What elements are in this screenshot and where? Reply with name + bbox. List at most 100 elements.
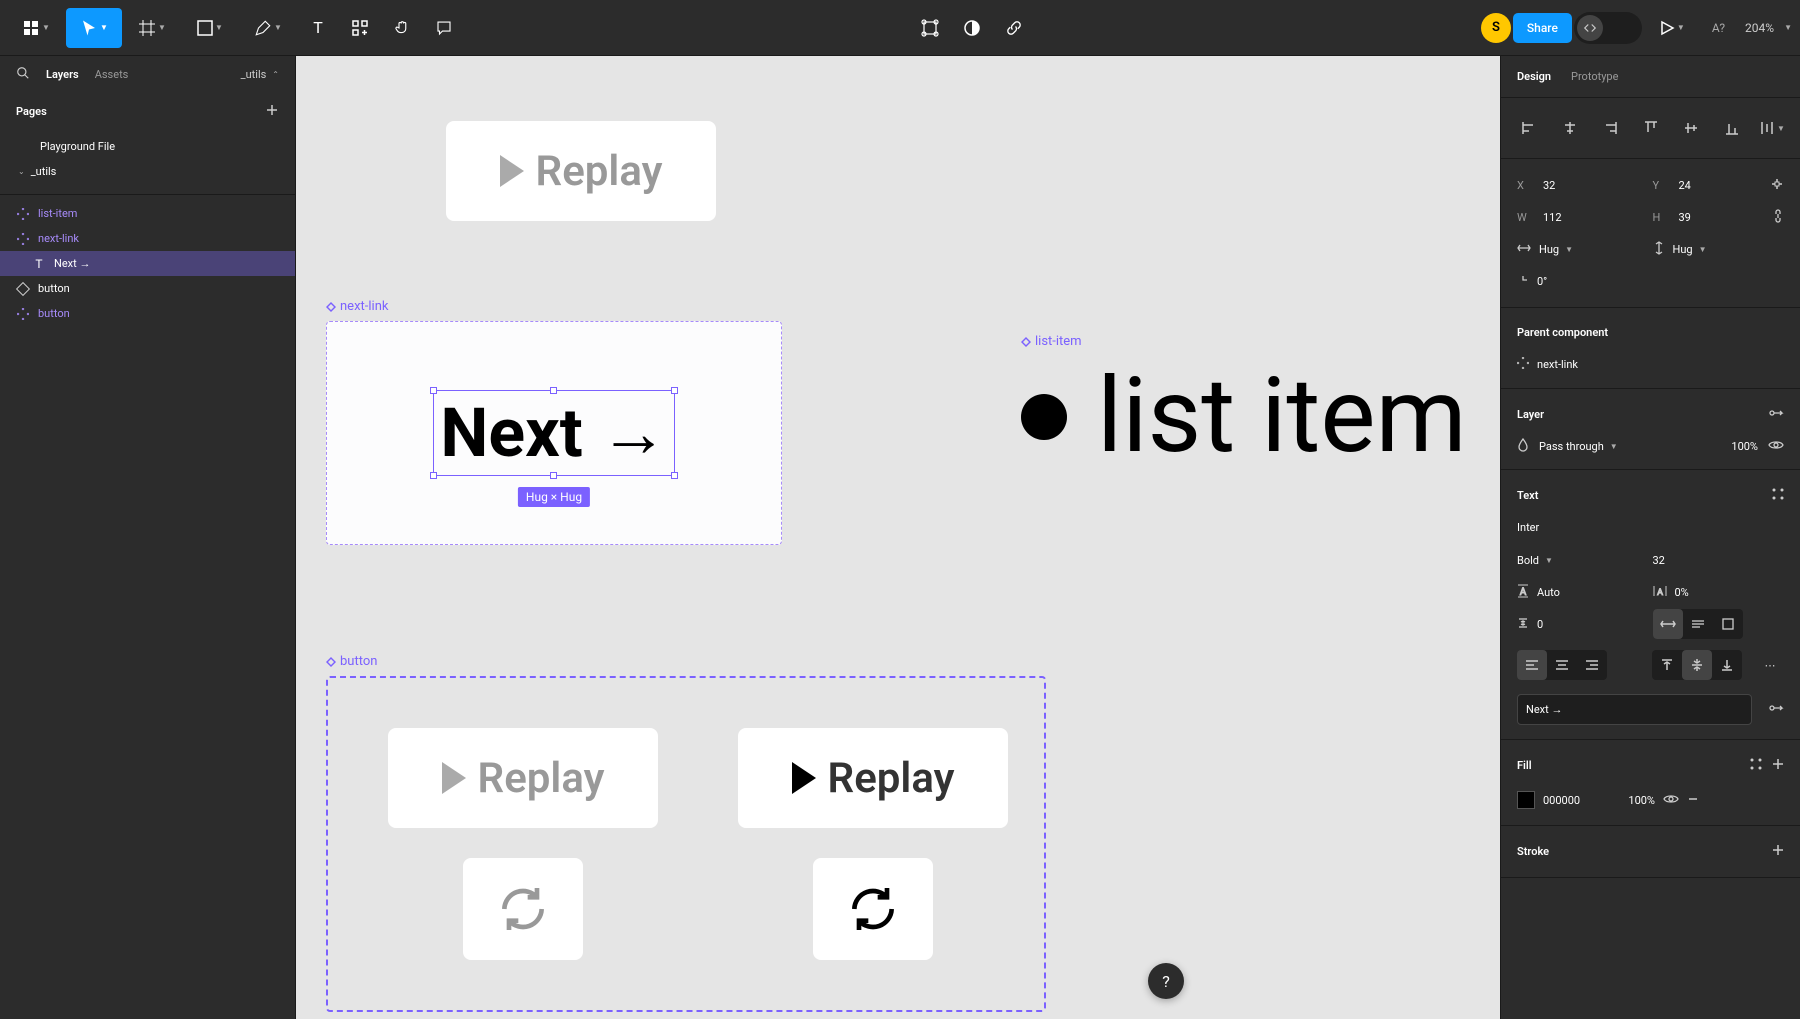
main-menu-button[interactable]: ▼ [8, 8, 64, 48]
align-hcenter-button[interactable] [1556, 114, 1584, 142]
shape-tool[interactable]: ▼ [182, 8, 238, 48]
edit-object-button[interactable] [910, 8, 950, 48]
text-content-input[interactable] [1517, 694, 1752, 725]
hand-tool[interactable] [382, 8, 422, 48]
paragraph-spacing-icon [1517, 616, 1529, 633]
line-height-input[interactable] [1537, 586, 1597, 599]
align-vcenter-button[interactable] [1677, 114, 1705, 142]
fill-visibility-toggle[interactable] [1663, 793, 1679, 808]
text-more-options-button[interactable]: ⋯ [1756, 651, 1784, 679]
fill-color-swatch[interactable] [1517, 791, 1535, 809]
text-valign-bottom-button[interactable] [1712, 650, 1742, 680]
text-valign-top-button[interactable] [1652, 650, 1682, 680]
align-left-button[interactable] [1515, 114, 1543, 142]
paragraph-spacing-input[interactable] [1537, 618, 1597, 631]
layers-tab[interactable]: Layers [46, 68, 79, 81]
layer-settings-icon[interactable] [1768, 407, 1784, 422]
layer-button-frame[interactable]: button [0, 276, 295, 301]
text-valign-middle-button[interactable] [1682, 650, 1712, 680]
align-bottom-button[interactable] [1718, 114, 1746, 142]
text-section-title: Text [1517, 489, 1538, 502]
devmode-toggle[interactable] [1574, 12, 1642, 44]
text-align-left-button[interactable] [1517, 650, 1547, 680]
blend-mode-dropdown[interactable]: Pass through▼ [1539, 440, 1618, 453]
letter-spacing-input[interactable] [1675, 586, 1735, 599]
text-tool[interactable]: T [298, 8, 338, 48]
search-icon[interactable] [16, 66, 30, 83]
dark-mode-toggle[interactable] [952, 8, 992, 48]
font-family-input[interactable] [1517, 521, 1784, 534]
add-page-button[interactable] [265, 103, 279, 120]
canvas[interactable]: Replay next-link Next → Hug × Hug [296, 56, 1500, 1019]
move-tool[interactable]: ▼ [66, 8, 122, 48]
replay-variant-2[interactable]: Replay [738, 728, 1008, 828]
add-stroke-button[interactable] [1772, 844, 1784, 859]
canvas-button-frame[interactable]: button Replay Replay [326, 676, 1046, 1012]
pen-tool[interactable]: ▼ [240, 8, 296, 48]
prototype-tab[interactable]: Prototype [1571, 70, 1618, 83]
canvas-list-item-component[interactable]: list-item list item [1021, 356, 1467, 477]
canvas-label-button[interactable]: button [326, 654, 377, 669]
text-align-right-button[interactable] [1577, 650, 1607, 680]
canvas-label-next-link[interactable]: next-link [326, 299, 388, 314]
user-avatar[interactable]: S [1481, 13, 1511, 43]
layer-next-text[interactable]: T Next → [0, 251, 295, 276]
refresh-variant-2[interactable] [813, 858, 933, 960]
add-fill-button[interactable] [1772, 758, 1784, 773]
auto-width-button[interactable] [1653, 609, 1683, 639]
layer-button-component[interactable]: button [0, 301, 295, 326]
resources-tool[interactable] [340, 8, 380, 48]
x-input[interactable] [1543, 179, 1603, 192]
page-utils[interactable]: ⌄ _utils [0, 159, 295, 184]
remove-fill-button[interactable] [1687, 793, 1699, 808]
page-playground-file[interactable]: Playground File [0, 134, 295, 159]
canvas-label-list-item[interactable]: list-item [1021, 334, 1082, 349]
fill-style-button[interactable] [1750, 758, 1762, 773]
frame-tool[interactable]: ▼ [124, 8, 180, 48]
replay-variant-1[interactable]: Replay [388, 728, 658, 828]
design-tab[interactable]: Design [1517, 70, 1551, 83]
page-selector-dropdown[interactable]: _utils⌃ [241, 68, 279, 81]
layer-next-link[interactable]: next-link [0, 226, 295, 251]
font-weight-dropdown[interactable]: Bold▼ [1517, 554, 1553, 567]
apply-variable-icon[interactable] [1768, 702, 1800, 717]
a-question-indicator[interactable]: A? [1702, 21, 1735, 35]
present-button[interactable]: ▼ [1644, 8, 1700, 48]
layer-list-item[interactable]: list-item [0, 201, 295, 226]
component-icon [326, 657, 336, 667]
font-size-input[interactable] [1653, 554, 1713, 567]
selected-text-node[interactable]: Next → Hug × Hug [433, 390, 674, 476]
canvas-replay-card-top[interactable]: Replay [446, 121, 716, 221]
rotation-icon [1517, 274, 1529, 289]
parent-component-link[interactable]: next-link [1501, 349, 1800, 380]
align-top-button[interactable] [1637, 114, 1665, 142]
fill-hex-input[interactable] [1543, 794, 1603, 807]
align-right-button[interactable] [1596, 114, 1624, 142]
absolute-position-button[interactable] [1770, 177, 1784, 194]
assets-tab[interactable]: Assets [95, 68, 129, 81]
y-input[interactable] [1679, 179, 1739, 192]
w-input[interactable] [1543, 211, 1603, 224]
layer-opacity-input[interactable] [1714, 440, 1758, 453]
share-button[interactable]: Share [1513, 13, 1572, 43]
canvas-next-link-component[interactable]: next-link Next → Hug × Hug [326, 321, 782, 545]
link-button[interactable] [994, 8, 1034, 48]
constrain-proportions-button[interactable] [1772, 208, 1784, 227]
auto-height-button[interactable] [1683, 609, 1713, 639]
fill-opacity-input[interactable] [1611, 794, 1655, 807]
refresh-variant-1[interactable] [463, 858, 583, 960]
help-button[interactable]: ? [1148, 963, 1184, 999]
vsize-dropdown[interactable]: Hug▼ [1673, 243, 1707, 256]
visibility-toggle[interactable] [1768, 439, 1784, 454]
h-input[interactable] [1679, 211, 1739, 224]
text-align-center-button[interactable] [1547, 650, 1577, 680]
comment-tool[interactable] [424, 8, 464, 48]
distribute-button[interactable]: ▼ [1758, 114, 1786, 142]
x-label: X [1517, 179, 1535, 192]
hsize-dropdown[interactable]: Hug▼ [1539, 243, 1573, 256]
fixed-size-button[interactable] [1713, 609, 1743, 639]
rotation-input[interactable] [1537, 275, 1597, 288]
fill-section-title: Fill [1517, 759, 1532, 772]
zoom-dropdown[interactable]: 204%▼ [1737, 21, 1792, 35]
text-style-button[interactable] [1772, 488, 1784, 503]
